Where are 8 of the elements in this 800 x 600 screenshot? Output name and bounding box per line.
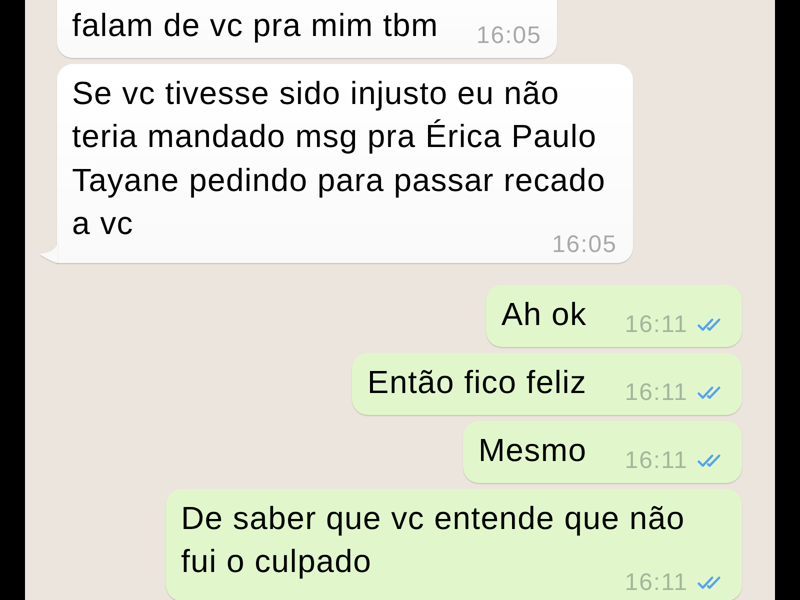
message-text: Então fico feliz bbox=[367, 364, 587, 400]
message-text: falam de vc pra mim tbm bbox=[72, 7, 438, 43]
message-text: Mesmo bbox=[478, 432, 587, 468]
message-time: 16:11 bbox=[624, 310, 688, 340]
message-time: 16:05 bbox=[476, 21, 542, 51]
message-text: Ah ok bbox=[501, 296, 587, 332]
message-time: 16:11 bbox=[624, 378, 688, 408]
message-time: 16:11 bbox=[624, 446, 688, 476]
